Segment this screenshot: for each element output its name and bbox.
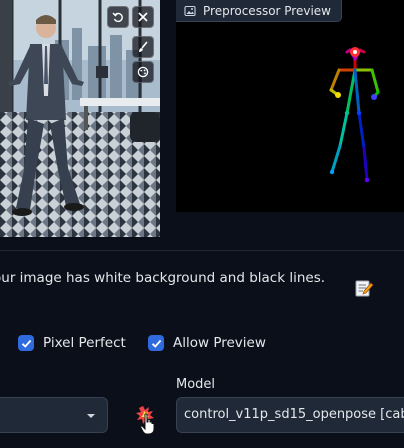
run-preprocessor-button[interactable] [135, 405, 157, 435]
section-divider [0, 250, 404, 251]
hand-cursor-icon [140, 413, 155, 435]
pose-skeleton [329, 47, 380, 183]
close-button[interactable] [132, 6, 154, 28]
allow-preview-option[interactable]: Allow Preview [148, 335, 266, 351]
undo-button[interactable] [107, 6, 129, 28]
checkmark-icon [21, 339, 31, 348]
model-value: control_v11p_sd15_openpose [cab727d4] [184, 407, 404, 422]
pixel-perfect-label: Pixel Perfect [43, 335, 126, 351]
preview-label: Preprocessor Preview [176, 0, 342, 22]
hint-text: our image has white background and black… [0, 270, 326, 286]
model-dropdown[interactable]: control_v11p_sd15_openpose [cab727d4] [176, 397, 404, 433]
undo-icon [112, 12, 123, 23]
brush-icon [139, 41, 148, 52]
pixel-perfect-checkbox[interactable] [18, 335, 34, 351]
pixel-perfect-option[interactable]: Pixel Perfect [18, 335, 126, 351]
chevron-down-icon [87, 414, 95, 418]
image-icon [184, 5, 196, 16]
checkmark-icon [151, 339, 161, 348]
preprocessor-preview-image [176, 0, 404, 212]
edit-note-button[interactable] [354, 278, 374, 298]
brush-button[interactable] [132, 36, 154, 58]
input-image[interactable] [0, 0, 160, 237]
palette-icon [137, 66, 149, 78]
preview-label-text: Preprocessor Preview [203, 3, 331, 18]
model-label: Model [176, 377, 216, 392]
color-button[interactable] [132, 61, 154, 83]
preprocessor-dropdown[interactable] [0, 397, 108, 433]
edit-note-icon [355, 280, 374, 297]
allow-preview-checkbox[interactable] [148, 335, 164, 351]
allow-preview-label: Allow Preview [173, 335, 266, 351]
close-icon [138, 12, 148, 22]
